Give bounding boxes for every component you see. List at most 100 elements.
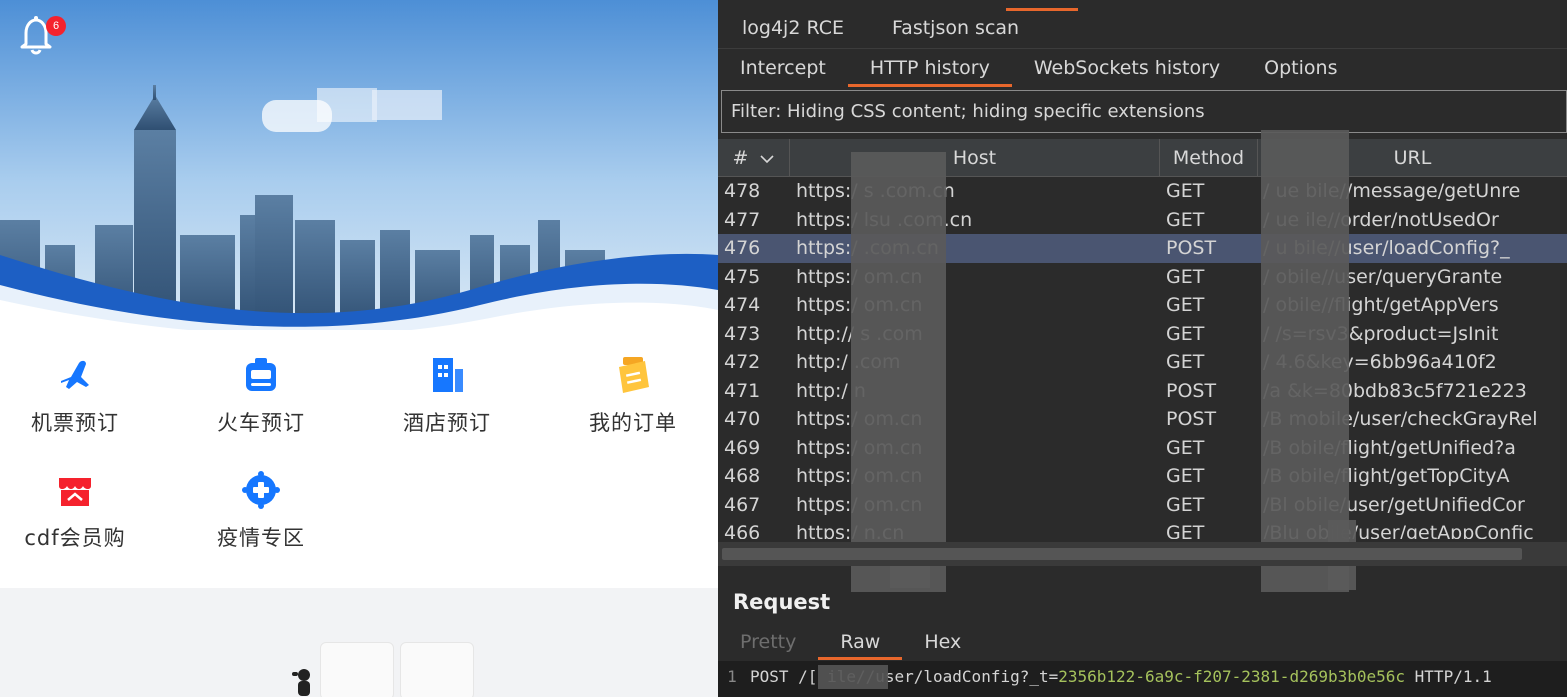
- cell-method: GET: [1166, 436, 1205, 459]
- tab-websockets-history[interactable]: WebSockets history: [1012, 49, 1242, 87]
- member-shop-icon: [55, 470, 95, 510]
- table-row[interactable]: 477https:/ lsu .com.cnGET/ ue ile//order…: [718, 206, 1567, 235]
- hotel-icon: [427, 355, 467, 395]
- cell-method: GET: [1166, 465, 1205, 487]
- tab-options[interactable]: Options: [1242, 49, 1359, 87]
- cell-host: https:/ om.cn: [796, 465, 922, 487]
- cell-host: https:/ om.cn: [796, 294, 922, 316]
- cell-host: http:// s .com: [796, 322, 923, 345]
- tab-raw[interactable]: Raw: [818, 624, 903, 660]
- cell-method: POST: [1166, 408, 1217, 430]
- tab-pretty[interactable]: Pretty: [718, 624, 818, 660]
- cell-num: 475: [724, 265, 761, 288]
- burp-suite-window: log4j2 RCE Fastjson scan Intercept HTTP …: [718, 0, 1567, 697]
- city-banner: [0, 0, 718, 330]
- cell-host: https:/ n.cn: [796, 522, 904, 539]
- cell-num: 477: [724, 208, 761, 231]
- cell-num: 472: [724, 351, 761, 373]
- cell-num: 468: [724, 465, 761, 487]
- grid-label: 火车预订: [217, 411, 305, 435]
- cell-host: https:/ om.cn: [796, 436, 922, 459]
- table-row[interactable]: 471 http:/ n POST/a &k=80bdb83c5f721e223: [718, 377, 1567, 406]
- grid-label: 我的订单: [589, 411, 677, 435]
- table-row[interactable]: 467https:/ om.cnGET/Bl obile/user/getUni…: [718, 491, 1567, 520]
- tab-fastjson-scan[interactable]: Fastjson scan: [868, 9, 1043, 47]
- http-history-table: # Host Method URL 478 https:/ s .com.cn GE…: [718, 139, 1567, 539]
- tab-log4j2-rce[interactable]: log4j2 RCE: [718, 9, 868, 47]
- table-body: 478https:/ s .com.cnGET/ ue bile//messag…: [718, 177, 1567, 539]
- tab-hex[interactable]: Hex: [902, 624, 983, 660]
- cell-num: 476: [724, 237, 761, 259]
- request-view-tabs: Pretty Raw Hex: [718, 624, 1567, 660]
- grid-item-hotels[interactable]: 酒店预订: [372, 355, 522, 437]
- filter-bar[interactable]: Filter: Hiding CSS content; hiding speci…: [721, 90, 1567, 133]
- epidemic-icon: [241, 470, 281, 510]
- grid-label: 疫情专区: [217, 526, 305, 550]
- cell-num: 467: [724, 493, 761, 516]
- table-row[interactable]: 469https:/ om.cnGET/B obile/flight/getUn…: [718, 434, 1567, 463]
- cell-host: https:/ lsu .com.cn: [796, 208, 972, 231]
- table-row[interactable]: 475https:/ om.cnGET/ obile//user/queryGr…: [718, 263, 1567, 292]
- mobile-app: 6 机票预订 火车预订 酒店预订 我的订单 cdf会员购 疫情专区: [0, 0, 718, 697]
- table-row[interactable]: 473http:// s .comGET/ /s=rsv3&product=Js…: [718, 320, 1567, 349]
- grid-item-trains[interactable]: 火车预订: [186, 355, 336, 437]
- service-grid: 机票预订 火车预订 酒店预订 我的订单 cdf会员购 疫情专区: [0, 335, 718, 590]
- table-row[interactable]: 468https:/ om.cnGET/B obile/flight/getTo…: [718, 462, 1567, 491]
- app-bottom-area: [0, 588, 718, 697]
- cell-host: http:/ .com: [796, 351, 901, 373]
- tab-intercept[interactable]: Intercept: [718, 49, 848, 87]
- table-row[interactable]: 472 http:/ .com GET/ 4.6&key=6bb96a410f2: [718, 348, 1567, 377]
- table-row[interactable]: 478https:/ s .com.cnGET/ ue bile//messag…: [718, 177, 1567, 206]
- cell-num: 470: [724, 408, 761, 430]
- placeholder-card: [400, 642, 474, 697]
- cell-method: GET: [1166, 180, 1205, 202]
- table-row[interactable]: 466https:/ n.cnGET/Blu obile/user/getApp…: [718, 519, 1567, 539]
- cell-num: 473: [724, 322, 761, 345]
- cell-method: POST: [1166, 237, 1217, 259]
- scrollbar-thumb[interactable]: [722, 548, 1522, 560]
- cell-num: 478: [724, 180, 761, 202]
- horizontal-scrollbar[interactable]: [718, 542, 1567, 566]
- proxy-tabs: Intercept HTTP history WebSockets histor…: [718, 48, 1567, 87]
- cell-method: GET: [1166, 493, 1205, 516]
- cell-method: POST: [1166, 379, 1217, 402]
- column-header-method[interactable]: Method: [1160, 139, 1258, 177]
- grid-item-member-shop[interactable]: cdf会员购: [0, 470, 150, 552]
- redaction-mark: [818, 665, 888, 689]
- table-row[interactable]: 470https:/ om.cnPOST/B mobile/user/check…: [718, 405, 1567, 434]
- tab-http-history[interactable]: HTTP history: [847, 49, 1012, 87]
- extension-tabs: log4j2 RCE Fastjson scan: [718, 9, 1567, 49]
- table-row[interactable]: 476https:/ .com.cnPOST/ u bile//user/loa…: [718, 234, 1567, 263]
- cell-num: 471: [724, 379, 761, 402]
- cell-method: GET: [1166, 351, 1205, 373]
- request-line-prefix: POST /[ ile//user/loadConfig?_t=: [750, 667, 1059, 686]
- notification-badge: 6: [46, 16, 66, 36]
- request-editor[interactable]: 1 POST /[ ile//user/loadConfig?_t=2356b1…: [718, 661, 1567, 697]
- grid-label: 机票预订: [31, 411, 119, 435]
- table-header: # Host Method URL: [718, 139, 1567, 177]
- request-pane-title: Request: [733, 590, 831, 614]
- grid-item-epidemic[interactable]: 疫情专区: [186, 470, 336, 552]
- request-token: 2356b122-6a9c-f207-2381-d269b3b0e56c: [1058, 667, 1406, 686]
- cell-method: GET: [1166, 294, 1205, 316]
- cell-method: GET: [1166, 322, 1205, 345]
- cell-method: GET: [1166, 208, 1205, 231]
- table-row[interactable]: 474https:/ om.cnGET/ obile//flight/getAp…: [718, 291, 1567, 320]
- grid-label: 酒店预订: [403, 411, 491, 435]
- placeholder-card: [320, 642, 394, 697]
- cell-host: https:/ om.cn: [796, 265, 922, 288]
- orders-icon: [613, 355, 653, 395]
- grid-item-orders[interactable]: 我的订单: [558, 355, 708, 437]
- grid-item-flights[interactable]: 机票预订: [0, 355, 150, 437]
- plane-icon: [55, 355, 95, 395]
- cell-method: GET: [1166, 522, 1205, 539]
- cell-num: 469: [724, 436, 761, 459]
- column-header-host[interactable]: Host: [790, 139, 1160, 177]
- train-icon: [241, 355, 281, 395]
- grid-label: cdf会员购: [24, 526, 126, 550]
- column-label: #: [732, 147, 749, 169]
- column-header-number[interactable]: #: [718, 139, 790, 177]
- person-illustration: [290, 666, 316, 696]
- redaction-mark: [851, 152, 946, 592]
- cell-method: GET: [1166, 265, 1205, 288]
